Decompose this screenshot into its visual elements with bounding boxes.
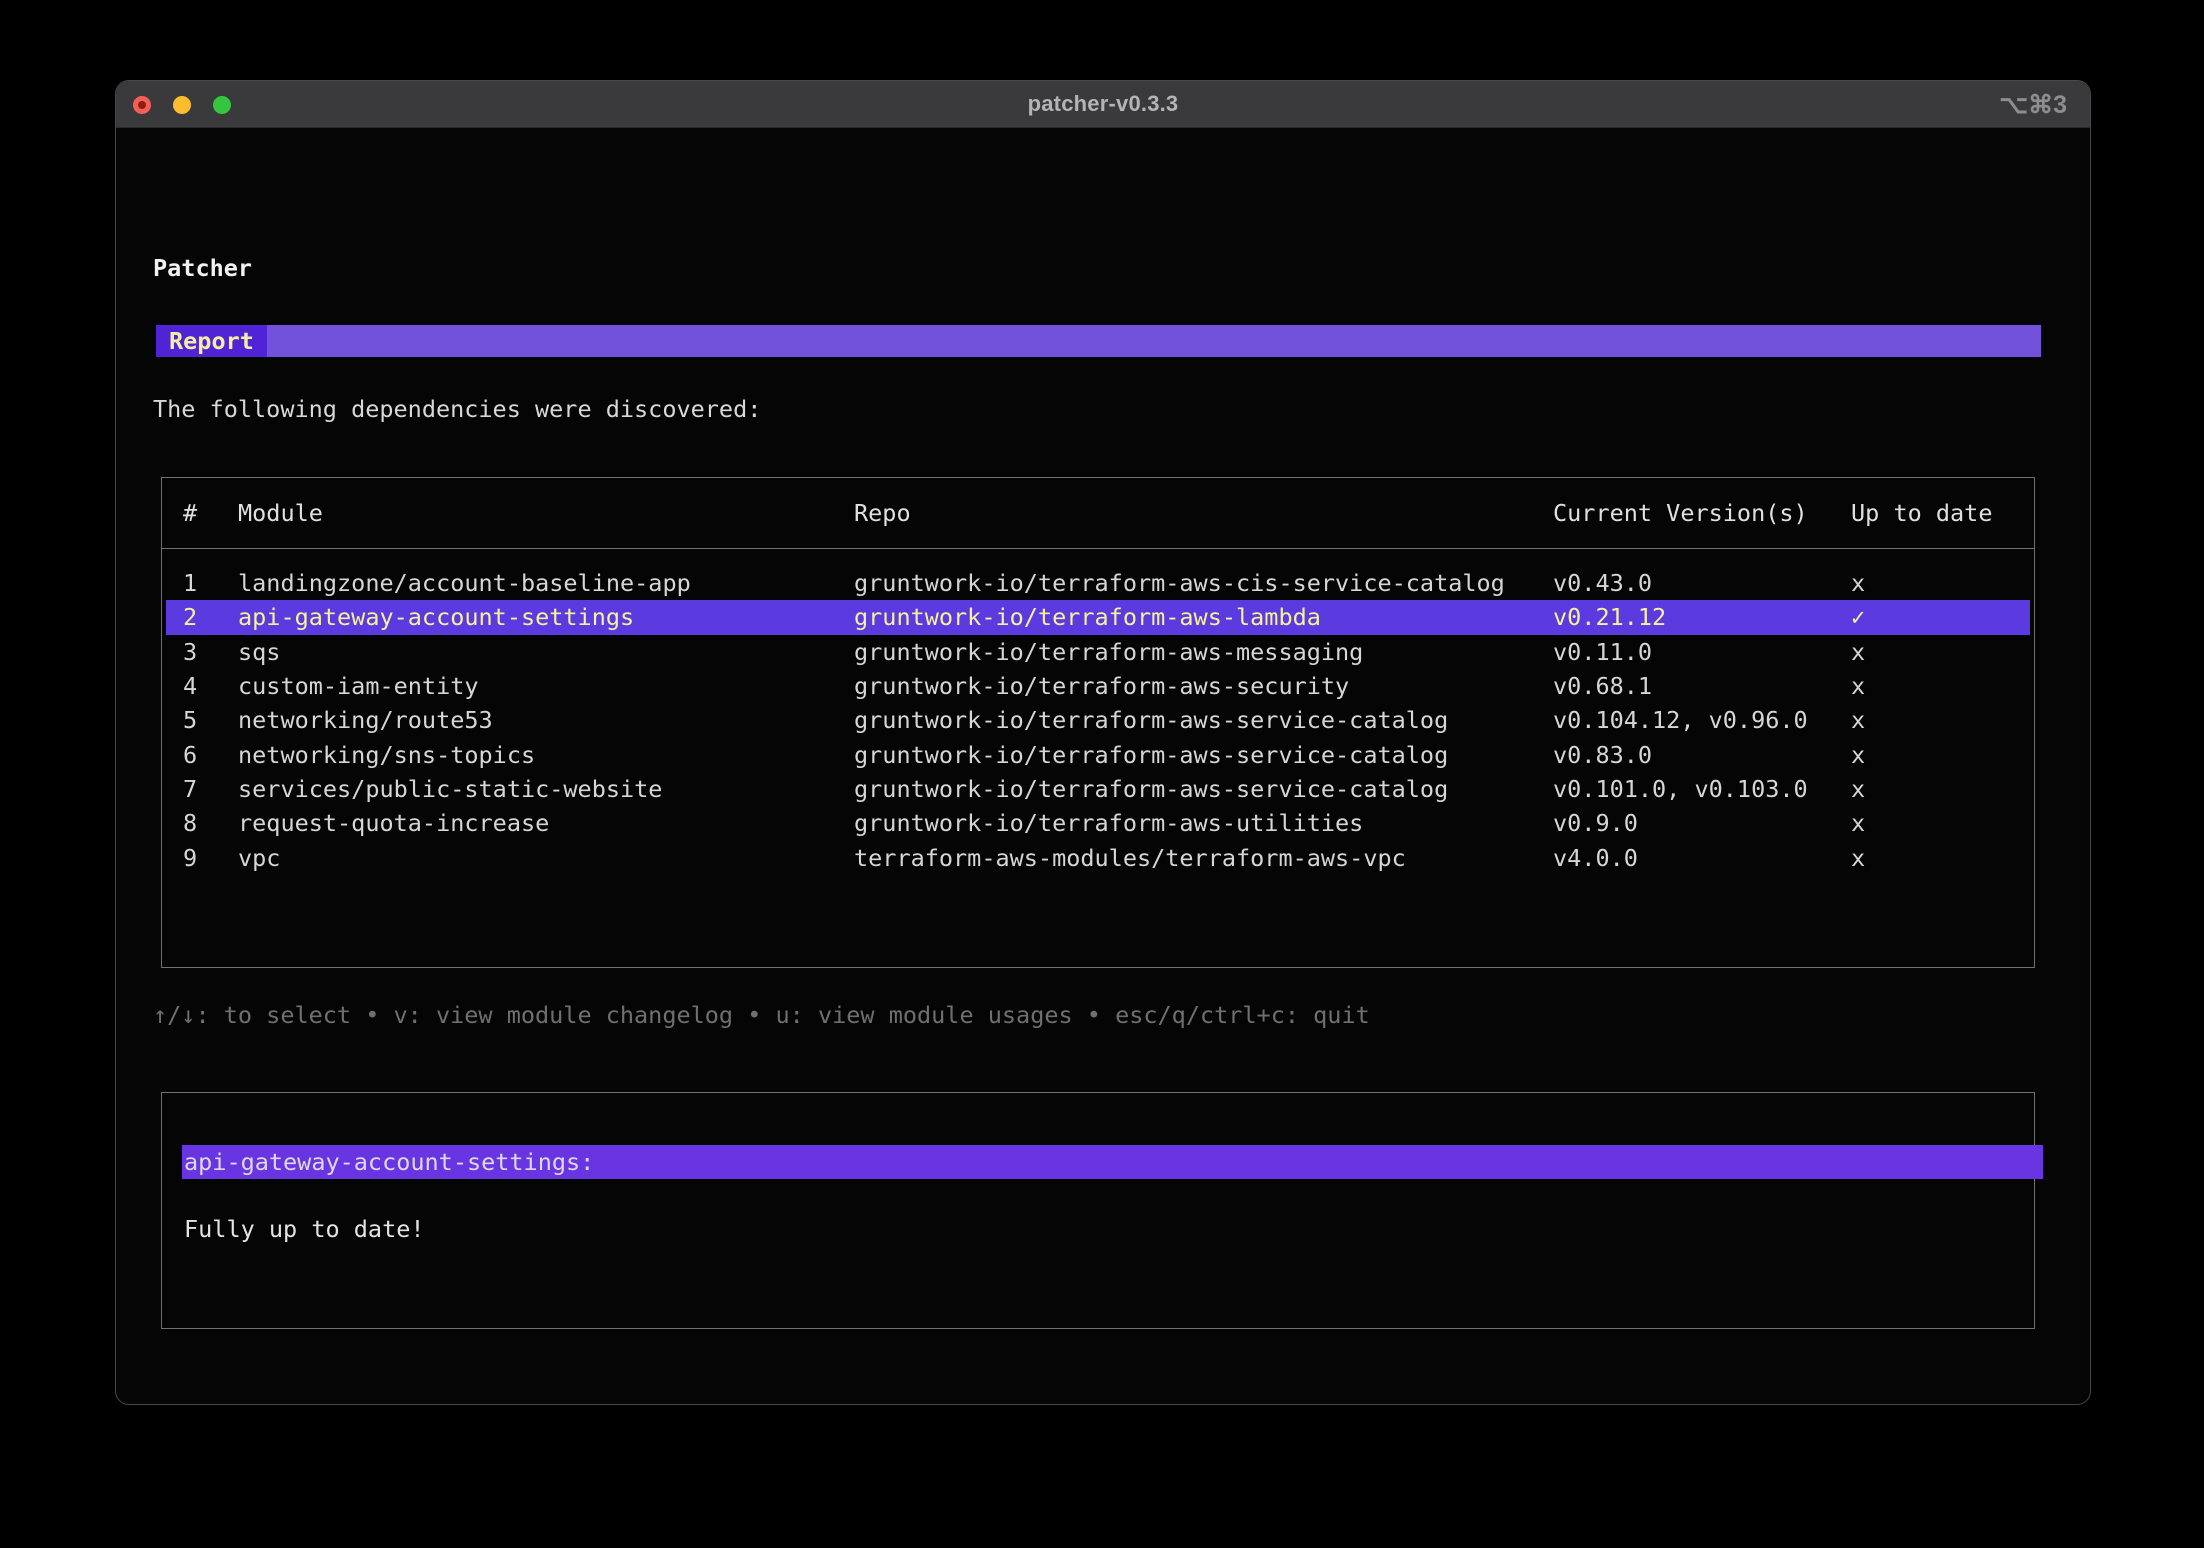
cell-versions: v0.21.12 — [1553, 603, 1667, 632]
zoom-button[interactable] — [213, 95, 231, 114]
cell-status: x — [1851, 843, 1866, 872]
module-detail-status: Fully up to date! — [184, 1215, 425, 1243]
table-row[interactable]: 1 landingzone/account-baseline-app grunt… — [166, 566, 2030, 600]
cell-status: x — [1851, 637, 1866, 666]
cell-versions: v0.43.0 — [1553, 569, 1653, 598]
cell-num: 4 — [183, 672, 198, 701]
table-row[interactable]: 4 custom-iam-entity gruntwork-io/terrafo… — [166, 669, 2030, 703]
cell-num: 7 — [183, 774, 198, 803]
module-detail-panel: api-gateway-account-settings: Fully up t… — [161, 1092, 2043, 1329]
cell-versions: v0.11.0 — [1553, 637, 1653, 666]
cell-num: 2 — [183, 603, 198, 632]
tab-bar: Report — [156, 325, 2041, 357]
table-row[interactable]: 9 vpc terraform-aws-modules/terraform-aw… — [166, 840, 2030, 874]
cell-module: custom-iam-entity — [238, 672, 479, 701]
cell-status: x — [1851, 569, 1866, 598]
cell-status-check-icon: ✓ — [1851, 603, 1866, 632]
cell-versions: v0.101.0, v0.103.0 — [1553, 774, 1808, 803]
col-header-module: Module — [238, 499, 323, 527]
cell-module: networking/sns-topics — [238, 740, 536, 769]
table-row[interactable]: 5 networking/route53 gruntwork-io/terraf… — [166, 703, 2030, 737]
tab-report[interactable]: Report — [156, 325, 267, 357]
dependency-table: # Module Repo Current Version(s) Up to d… — [161, 477, 2035, 968]
terminal-content: Patcher Report The following dependencie… — [116, 129, 2090, 1404]
cell-num: 5 — [183, 706, 198, 735]
table-row[interactable]: 3 sqs gruntwork-io/terraform-aws-messagi… — [166, 635, 2030, 669]
module-detail-title: api-gateway-account-settings: — [184, 1148, 595, 1176]
cell-repo: gruntwork-io/terraform-aws-cis-service-c… — [854, 569, 1505, 598]
cell-repo: gruntwork-io/terraform-aws-security — [854, 672, 1350, 701]
traffic-lights — [133, 81, 231, 128]
cell-num: 1 — [183, 569, 198, 598]
cell-module: sqs — [238, 637, 281, 666]
col-header-repo: Repo — [854, 499, 911, 527]
titlebar: patcher-v0.3.3 ⌥⌘3 — [116, 81, 2090, 128]
cell-versions: v0.68.1 — [1553, 672, 1653, 701]
col-header-versions: Current Version(s) — [1553, 499, 1808, 527]
cell-status: x — [1851, 740, 1866, 769]
cell-versions: v0.9.0 — [1553, 809, 1638, 838]
table-body: 1 landingzone/account-baseline-app grunt… — [162, 549, 2034, 875]
cell-module: networking/route53 — [238, 706, 493, 735]
cell-num: 6 — [183, 740, 198, 769]
table-header: # Module Repo Current Version(s) Up to d… — [162, 478, 2034, 549]
cell-module: request-quota-increase — [238, 809, 550, 838]
cell-status: x — [1851, 809, 1866, 838]
cell-num: 8 — [183, 809, 198, 838]
cell-num: 9 — [183, 843, 198, 872]
cell-module: services/public-static-website — [238, 774, 663, 803]
close-button[interactable] — [133, 95, 151, 114]
table-row-selected[interactable]: 2 api-gateway-account-settings gruntwork… — [166, 600, 2030, 635]
table-row[interactable]: 6 networking/sns-topics gruntwork-io/ter… — [166, 737, 2030, 771]
window-shortcut-badge: ⌥⌘3 — [1999, 90, 2067, 119]
cell-status: x — [1851, 672, 1866, 701]
minimize-button[interactable] — [173, 95, 191, 114]
page-title: Patcher — [153, 254, 253, 282]
cell-module: vpc — [238, 843, 281, 872]
table-row[interactable]: 7 services/public-static-website gruntwo… — [166, 772, 2030, 806]
cell-repo: terraform-aws-modules/terraform-aws-vpc — [854, 843, 1406, 872]
cell-status: x — [1851, 706, 1866, 735]
keyboard-help-text: ↑/↓: to select • v: view module changelo… — [153, 1001, 1370, 1029]
cell-versions: v0.104.12, v0.96.0 — [1553, 706, 1808, 735]
cell-module: api-gateway-account-settings — [238, 603, 635, 632]
cell-module: landingzone/account-baseline-app — [238, 569, 691, 598]
cell-num: 3 — [183, 637, 198, 666]
intro-text: The following dependencies were discover… — [153, 395, 762, 423]
terminal-window: patcher-v0.3.3 ⌥⌘3 Patcher Report The fo… — [115, 80, 2091, 1405]
col-header-status: Up to date — [1851, 499, 1993, 527]
cell-repo: gruntwork-io/terraform-aws-lambda — [854, 603, 1321, 632]
table-row[interactable]: 8 request-quota-increase gruntwork-io/te… — [166, 806, 2030, 840]
cell-status: x — [1851, 774, 1866, 803]
cell-repo: gruntwork-io/terraform-aws-service-catal… — [854, 740, 1449, 769]
cell-repo: gruntwork-io/terraform-aws-service-catal… — [854, 774, 1449, 803]
cell-repo: gruntwork-io/terraform-aws-service-catal… — [854, 706, 1449, 735]
cell-versions: v4.0.0 — [1553, 843, 1638, 872]
window-title: patcher-v0.3.3 — [1027, 91, 1179, 116]
cell-repo: gruntwork-io/terraform-aws-utilities — [854, 809, 1364, 838]
cell-repo: gruntwork-io/terraform-aws-messaging — [854, 637, 1364, 666]
cell-versions: v0.83.0 — [1553, 740, 1653, 769]
col-header-num: # — [183, 499, 198, 527]
module-detail-header: api-gateway-account-settings: — [182, 1145, 2043, 1179]
